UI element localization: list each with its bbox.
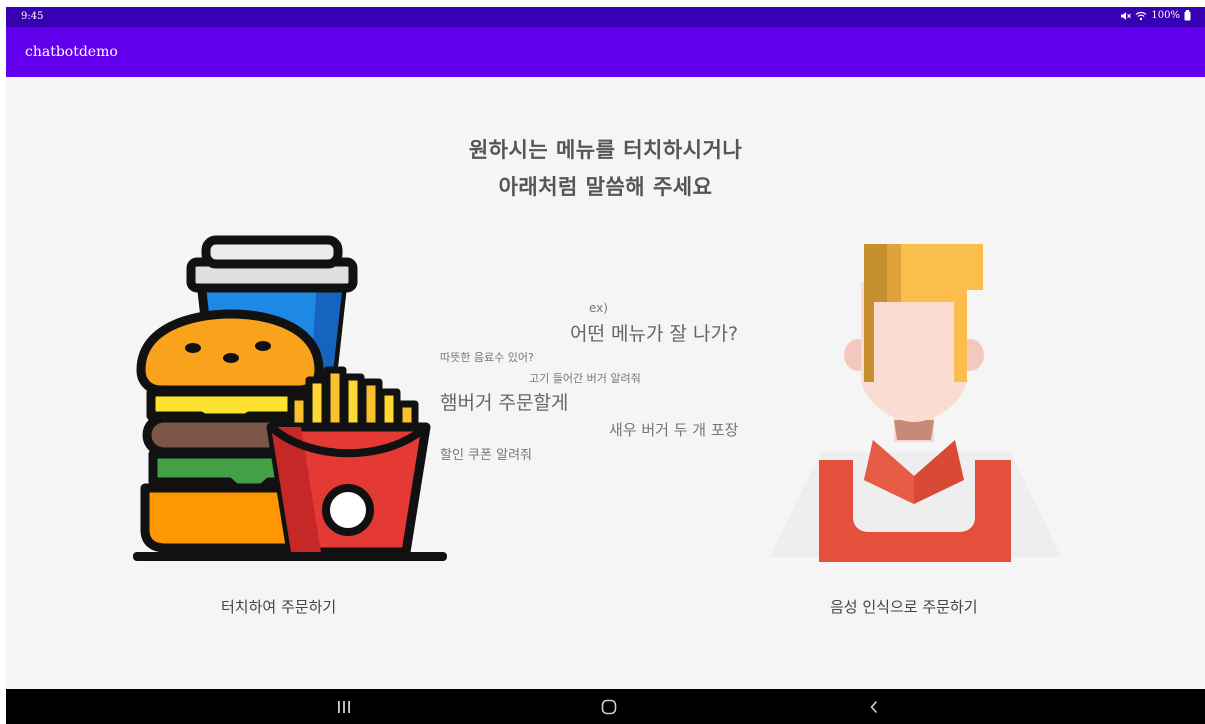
navigation-bar bbox=[6, 689, 1205, 724]
headline-line-1: 원하시는 메뉴를 터치하시거나 bbox=[468, 138, 743, 162]
recents-button[interactable] bbox=[324, 689, 364, 724]
voice-order-button[interactable]: 음성 인식으로 주문하기 bbox=[761, 232, 1071, 632]
touch-order-label: 터치하여 주문하기 bbox=[221, 598, 337, 616]
voice-order-label: 음성 인식으로 주문하기 bbox=[830, 598, 978, 616]
app-screen: 9:45 100% chatbotdemo 원하시는 메뉴를 터치하시거나 아래… bbox=[6, 7, 1205, 724]
app-bar: chatbotdemo bbox=[6, 27, 1205, 77]
app-title: chatbotdemo bbox=[25, 44, 118, 60]
example-utterance: 새우 버거 두 개 포장 bbox=[609, 421, 739, 439]
back-icon bbox=[870, 700, 878, 713]
example-prefix: ex) bbox=[589, 301, 608, 315]
status-time: 9:45 bbox=[21, 11, 44, 22]
example-utterance: 할인 쿠폰 알려줘 bbox=[440, 448, 532, 463]
recents-icon bbox=[338, 700, 350, 713]
food-illustration-icon bbox=[133, 235, 447, 561]
touch-order-button[interactable]: 터치하여 주문하기 bbox=[121, 232, 451, 632]
battery-icon bbox=[1184, 10, 1191, 21]
example-utterance: 햄버거 주문할게 bbox=[440, 392, 569, 414]
home-icon bbox=[601, 699, 617, 714]
clerk-illustration-icon bbox=[769, 244, 1061, 562]
headline-line-2: 아래처럼 말씀해 주세요 bbox=[498, 175, 713, 199]
mute-icon bbox=[1121, 11, 1132, 20]
example-utterance: 따뜻한 음료수 있어? bbox=[440, 351, 534, 364]
wifi-icon bbox=[1135, 11, 1147, 20]
example-utterance: 어떤 메뉴가 잘 나가? bbox=[570, 323, 739, 345]
back-button[interactable] bbox=[854, 689, 894, 724]
status-icons: 100% bbox=[1120, 10, 1191, 21]
home-button[interactable] bbox=[589, 689, 629, 724]
battery-percent: 100% bbox=[1151, 10, 1180, 21]
status-bar: 9:45 100% bbox=[6, 7, 1205, 27]
example-utterance: 고기 들어간 버거 알려줘 bbox=[529, 372, 641, 385]
